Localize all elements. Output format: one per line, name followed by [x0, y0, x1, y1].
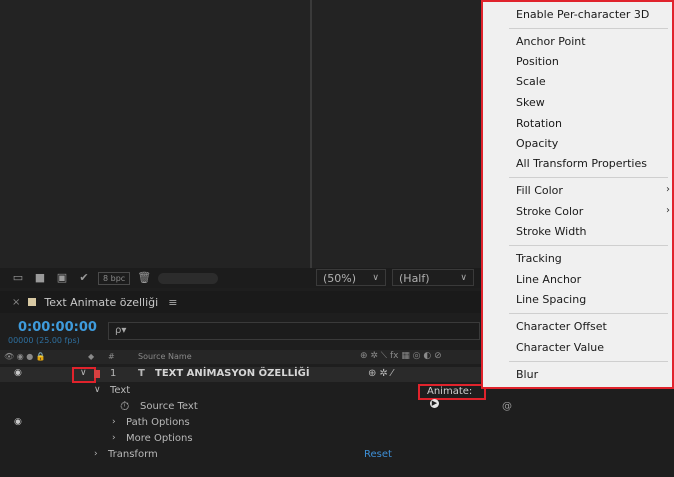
- resolution-dropdown[interactable]: (Half) ∨: [392, 269, 474, 286]
- animate-popup-menu: Enable Per-character 3D Anchor Point Pos…: [481, 0, 674, 389]
- timeline-tab-title[interactable]: Text Animate özelliği: [44, 296, 158, 309]
- layer-switch-icons[interactable]: ⊕ ✲ ⁄: [368, 368, 393, 379]
- animate-button[interactable]: Animate:▶: [418, 384, 486, 408]
- menu-item-stroke-color[interactable]: Stroke Color: [516, 205, 583, 218]
- menu-separator: [509, 245, 668, 246]
- menu-item-tracking[interactable]: Tracking: [516, 252, 562, 265]
- more-options-label: More Options: [126, 433, 193, 444]
- menu-separator: [509, 28, 668, 29]
- path-options-row[interactable]: ◉ › Path Options: [0, 416, 674, 431]
- chevron-down-icon[interactable]: ∨: [94, 385, 101, 395]
- eye-icon[interactable]: ◉: [14, 368, 22, 378]
- path-options-label: Path Options: [126, 417, 190, 428]
- reset-link[interactable]: Reset: [364, 449, 392, 460]
- frame-rate-label: 00000 (25.00 fps): [8, 336, 80, 345]
- eye-icon[interactable]: ◉: [14, 417, 22, 427]
- resolution-value: (Half): [399, 272, 430, 285]
- transform-row[interactable]: › Transform: [0, 448, 674, 463]
- source-text-row[interactable]: ⏱ Source Text: [0, 399, 674, 415]
- menu-item-line-spacing[interactable]: Line Spacing: [516, 293, 586, 306]
- chevron-right-icon[interactable]: ›: [112, 433, 116, 443]
- menu-item-fill-color[interactable]: Fill Color: [516, 184, 563, 197]
- av-switches-icon: 👁 ◉ ● 🔒: [4, 352, 46, 361]
- chevron-down-icon[interactable]: ∨: [80, 368, 87, 378]
- label-color-icon[interactable]: [94, 370, 100, 378]
- more-options-row[interactable]: › More Options: [0, 432, 674, 447]
- chevron-right-icon[interactable]: ›: [112, 417, 116, 427]
- bit-depth-button[interactable]: 8 bpc: [98, 271, 131, 285]
- source-text-label: Source Text: [140, 401, 198, 412]
- layer-search-input[interactable]: ρ▾: [108, 322, 480, 340]
- zoom-value: (50%): [323, 272, 357, 285]
- expression-pickwhip-icon[interactable]: @: [502, 401, 512, 412]
- new-folder-icon[interactable]: ■: [32, 272, 48, 284]
- submenu-arrow-icon: ›: [666, 184, 670, 195]
- menu-item-all-transform-properties[interactable]: All Transform Properties: [516, 157, 647, 170]
- text-layer-type-icon: T: [138, 368, 145, 379]
- composition-viewer-left: [0, 0, 310, 268]
- close-tab-icon[interactable]: ×: [12, 297, 20, 308]
- composition-color-swatch: [28, 298, 37, 306]
- project-toolbar: ▭ ■ ▣ ✔ 8 bpc 🗑: [0, 268, 310, 288]
- layer-name[interactable]: TEXT ANİMASYON ÖZELLİĞİ: [155, 368, 310, 379]
- submenu-arrow-icon: ›: [666, 205, 670, 216]
- flowchart-icon[interactable]: ✔: [76, 272, 92, 284]
- label-column-icon: ◆: [88, 352, 95, 361]
- menu-item-rotation[interactable]: Rotation: [516, 117, 562, 130]
- menu-item-character-offset[interactable]: Character Offset: [516, 320, 607, 333]
- animate-label: Animate:: [427, 386, 473, 397]
- menu-separator: [509, 313, 668, 314]
- menu-item-position[interactable]: Position: [516, 55, 559, 68]
- column-hash: #: [108, 352, 115, 361]
- menu-separator: [509, 361, 668, 362]
- panel-menu-icon[interactable]: ≡: [168, 296, 177, 309]
- menu-item-anchor-point[interactable]: Anchor Point: [516, 35, 586, 48]
- interpret-footage-icon[interactable]: ▭: [10, 272, 26, 284]
- new-composition-icon[interactable]: ▣: [54, 272, 70, 284]
- column-source-name[interactable]: Source Name: [138, 352, 192, 361]
- chevron-right-icon[interactable]: ›: [94, 449, 98, 459]
- menu-item-character-value[interactable]: Character Value: [516, 341, 604, 354]
- zoom-dropdown[interactable]: (50%) ∨: [316, 269, 386, 286]
- trash-icon[interactable]: 🗑: [136, 272, 152, 284]
- project-search-pill[interactable]: [158, 272, 219, 284]
- transform-label: Transform: [108, 449, 158, 460]
- menu-item-scale[interactable]: Scale: [516, 75, 546, 88]
- menu-separator: [509, 177, 668, 178]
- menu-item-skew[interactable]: Skew: [516, 96, 545, 109]
- stopwatch-icon[interactable]: ⏱: [120, 399, 129, 414]
- current-time-display[interactable]: 0:00:00:00: [18, 320, 97, 335]
- layer-switches-icons: ⊕ ✲ ⟍ fx ▦ ◎ ◐ ⊘: [360, 351, 442, 361]
- menu-item-blur[interactable]: Blur: [516, 368, 538, 381]
- layer-number: 1: [110, 368, 117, 379]
- chevron-down-icon: ∨: [460, 273, 467, 283]
- chevron-down-icon: ∨: [372, 273, 379, 283]
- text-group-label: Text: [110, 385, 131, 396]
- menu-item-enable-per-character-3d[interactable]: Enable Per-character 3D: [516, 8, 649, 21]
- menu-item-stroke-width[interactable]: Stroke Width: [516, 225, 587, 238]
- menu-item-line-anchor[interactable]: Line Anchor: [516, 273, 581, 286]
- composition-viewer-right: [312, 0, 482, 268]
- menu-item-opacity[interactable]: Opacity: [516, 137, 558, 150]
